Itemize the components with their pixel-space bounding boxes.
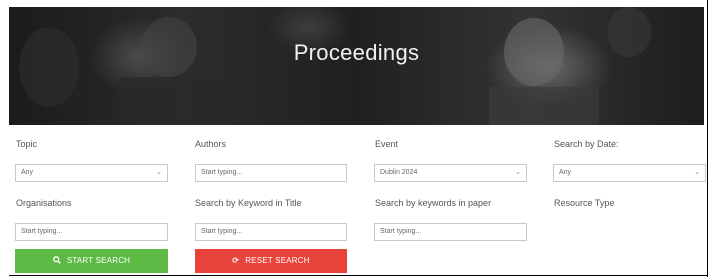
- search-icon: [53, 249, 61, 273]
- organisations-label: Organisations: [16, 198, 72, 208]
- keyword-paper-input-placeholder: Start typing...: [380, 228, 422, 235]
- organisations-input-placeholder: Start typing...: [21, 228, 63, 235]
- keyword-title-label: Search by Keyword in Title: [195, 198, 302, 208]
- date-select[interactable]: Any ⌄: [553, 164, 706, 182]
- organisations-input[interactable]: Start typing...: [15, 223, 168, 241]
- refresh-icon: ⟳: [232, 256, 240, 265]
- chevron-down-icon: ⌄: [694, 169, 700, 176]
- reset-search-label: RESET SEARCH: [245, 256, 310, 265]
- hero-banner: Proceedings: [9, 7, 704, 125]
- page-title: Proceedings: [293, 40, 420, 65]
- authors-input[interactable]: Start typing...: [195, 164, 347, 182]
- frame-bottom: [9, 275, 708, 276]
- resource-type-label: Resource Type: [554, 198, 615, 208]
- date-select-value: Any: [559, 169, 572, 176]
- keyword-paper-input[interactable]: Start typing...: [374, 223, 527, 241]
- topic-select[interactable]: Any ⌄: [15, 164, 168, 182]
- topic-select-value: Any: [21, 169, 34, 176]
- keyword-title-input-placeholder: Start typing...: [201, 228, 243, 235]
- keyword-title-input[interactable]: Start typing...: [195, 223, 347, 241]
- frame-right: [707, 0, 708, 277]
- start-search-label: START SEARCH: [66, 256, 131, 265]
- chevron-down-icon: ⌄: [515, 169, 521, 176]
- event-select-value: Dublin 2024: [380, 169, 418, 176]
- date-label: Search by Date:: [554, 139, 619, 149]
- event-select[interactable]: Dublin 2024 ⌄: [374, 164, 527, 182]
- chevron-down-icon: ⌄: [156, 169, 162, 176]
- reset-search-button[interactable]: ⟳ RESET SEARCH: [195, 249, 347, 273]
- topic-label: Topic: [16, 139, 38, 149]
- audience-photo: [19, 7, 651, 125]
- keyword-paper-label: Search by keywords in paper: [375, 198, 492, 208]
- authors-label: Authors: [195, 139, 227, 149]
- authors-input-placeholder: Start typing...: [201, 169, 243, 176]
- event-label: Event: [375, 139, 399, 149]
- start-search-button[interactable]: START SEARCH: [15, 249, 168, 273]
